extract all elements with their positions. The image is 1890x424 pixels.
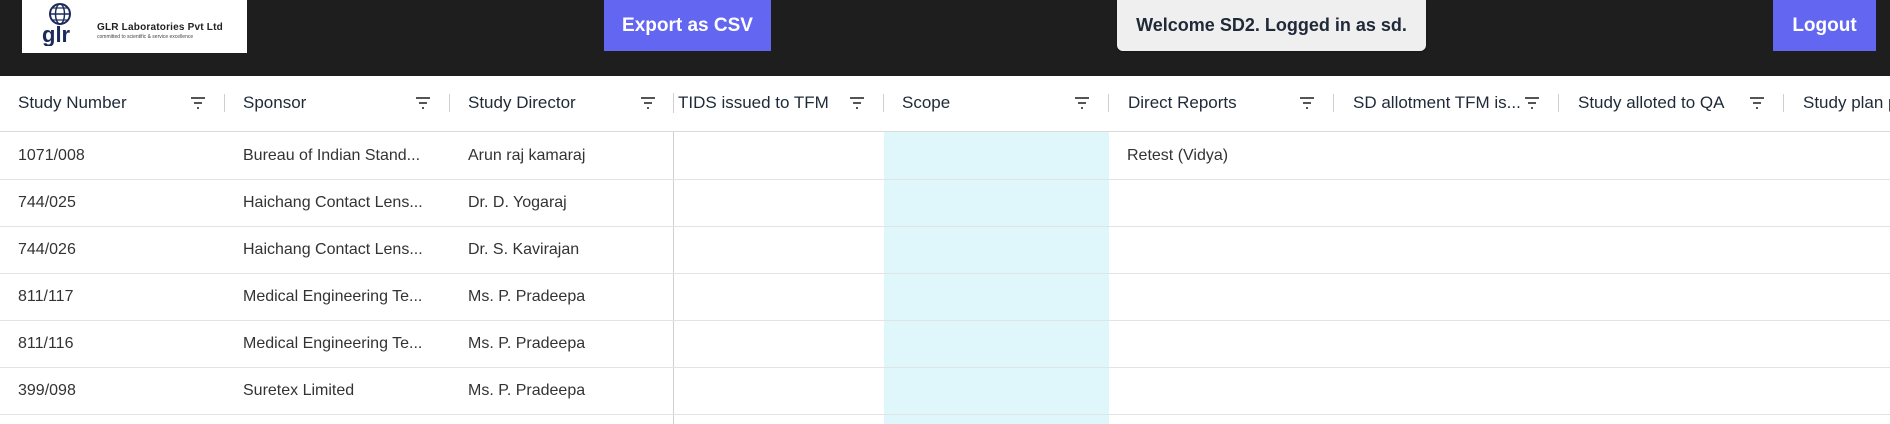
- company-name: GLR Laboratories Pvt Ltd: [97, 22, 223, 33]
- filter-icon[interactable]: [1748, 95, 1766, 111]
- column-header-label: Study plan p: [1803, 93, 1890, 112]
- top-bar: glr GLR Laboratories Pvt Ltd committed t…: [0, 0, 1890, 76]
- column-header-study-plan[interactable]: Study plan p: [1784, 76, 1890, 131]
- table-header-row: Study Number Sponsor Study Director TIDS…: [0, 76, 1890, 132]
- column-header-tids-issued[interactable]: TIDS issued to TFM: [674, 76, 884, 131]
- cell-study-director: Ms. P. Pradeepa: [468, 335, 586, 352]
- table-row[interactable]: 1071/008 Bureau of Indian Stand... Arun …: [0, 132, 1890, 180]
- cell-sponsor: Bureau of Indian Stand...: [243, 147, 421, 164]
- cell-study-director: Ms. P. Pradeepa: [468, 382, 586, 399]
- column-header-study-number[interactable]: Study Number: [0, 76, 225, 131]
- column-header-label: Sponsor: [243, 93, 307, 112]
- column-header-sponsor[interactable]: Sponsor: [225, 76, 450, 131]
- table-row[interactable]: 744/025 Haichang Contact Lens... Dr. D. …: [0, 179, 1890, 227]
- table-row[interactable]: 811/116 Medical Engineering Te... Ms. P.…: [0, 320, 1890, 368]
- cell-study-number: 744/026: [18, 241, 76, 258]
- filter-icon[interactable]: [1298, 95, 1316, 111]
- column-header-study-director[interactable]: Study Director: [450, 76, 673, 131]
- cell-study-number: 811/117: [18, 288, 74, 305]
- column-header-study-alloted-qa[interactable]: Study alloted to QA: [1559, 76, 1784, 131]
- column-header-label: Study Number: [18, 93, 127, 112]
- cell-study-director: Ms. P. Pradeepa: [468, 288, 586, 305]
- filter-icon[interactable]: [1523, 95, 1541, 111]
- company-logo: glr GLR Laboratories Pvt Ltd committed t…: [22, 0, 247, 53]
- column-header-sd-allotment[interactable]: SD allotment TFM is...: [1334, 76, 1559, 131]
- company-tagline: committed to scientific & service excell…: [97, 34, 194, 40]
- table-row[interactable]: 399/098 Suretex Limited Ms. P. Pradeepa: [0, 367, 1890, 415]
- svg-text:glr: glr: [42, 22, 71, 46]
- column-header-label: Study alloted to QA: [1578, 93, 1725, 112]
- logout-button[interactable]: Logout: [1773, 0, 1876, 51]
- cell-study-number: 811/116: [18, 335, 74, 352]
- column-header-label: Study Director: [468, 93, 576, 112]
- filter-icon[interactable]: [189, 95, 207, 111]
- cell-study-number: 744/025: [18, 194, 76, 211]
- table-row[interactable]: 811/117 Medical Engineering Te... Ms. P.…: [0, 273, 1890, 321]
- studies-table: Study Number Sponsor Study Director TIDS…: [0, 76, 1890, 424]
- cell-study-number: 1071/008: [18, 147, 85, 164]
- column-header-scope[interactable]: Scope: [884, 76, 1109, 131]
- cell-sponsor: Haichang Contact Lens...: [243, 194, 423, 211]
- filter-icon[interactable]: [639, 95, 657, 111]
- cell-sponsor: Suretex Limited: [243, 382, 355, 399]
- cell-sponsor: Medical Engineering Te...: [243, 288, 423, 305]
- column-header-direct-reports[interactable]: Direct Reports: [1109, 76, 1334, 131]
- column-header-label: SD allotment TFM is...: [1353, 93, 1521, 112]
- table-row[interactable]: 744/026 Haichang Contact Lens... Dr. S. …: [0, 226, 1890, 274]
- column-header-label: Scope: [902, 93, 951, 112]
- welcome-message: Welcome SD2. Logged in as sd.: [1117, 0, 1426, 51]
- cell-study-number: 399/098: [18, 382, 76, 399]
- column-header-label: Direct Reports: [1128, 93, 1237, 112]
- cell-study-director: Dr. D. Yogaraj: [468, 194, 567, 211]
- cell-sponsor: Haichang Contact Lens...: [243, 241, 423, 258]
- filter-icon[interactable]: [414, 95, 432, 111]
- cell-direct-reports: Retest (Vidya): [1127, 147, 1229, 164]
- cell-study-director: Dr. S. Kavirajan: [468, 241, 580, 258]
- filter-icon[interactable]: [848, 95, 866, 111]
- cell-study-director: Arun raj kamaraj: [468, 147, 586, 164]
- cell-sponsor: Medical Engineering Te...: [243, 335, 423, 352]
- export-csv-button[interactable]: Export as CSV: [604, 0, 771, 51]
- filter-icon[interactable]: [1073, 95, 1091, 111]
- column-header-label: TIDS issued to TFM: [678, 93, 829, 112]
- globe-logo-icon: glr: [42, 3, 71, 46]
